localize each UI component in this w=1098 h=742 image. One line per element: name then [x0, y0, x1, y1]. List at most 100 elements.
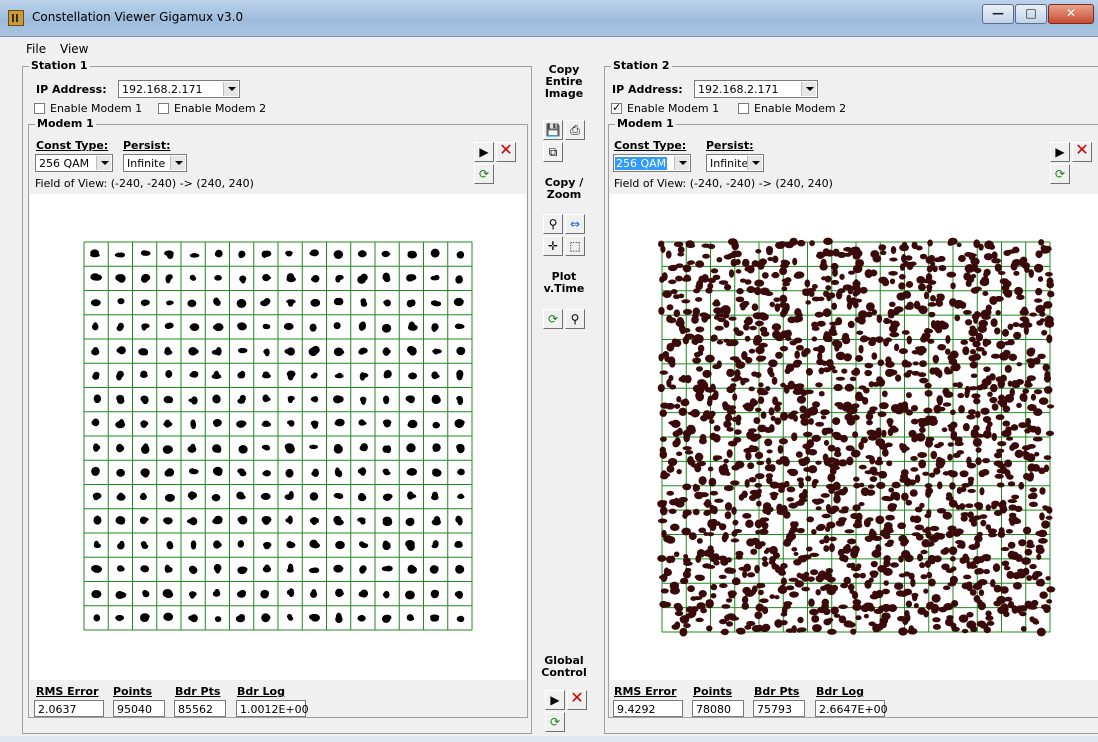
symbol-cluster [457, 251, 465, 259]
symbol-cluster [771, 273, 780, 278]
symbol-cluster [728, 316, 737, 321]
save-image-button[interactable]: 💾 [543, 120, 563, 140]
symbol-cluster [213, 540, 221, 549]
station-2-ip-select[interactable]: 192.168.2.171 [694, 80, 818, 98]
station-2-constellation-plot[interactable] [610, 194, 1098, 680]
symbol-cluster [769, 491, 779, 497]
symbol-cluster [726, 449, 733, 458]
symbol-cluster [1045, 430, 1055, 437]
symbol-cluster [993, 510, 1003, 516]
symbol-cluster [930, 450, 938, 460]
station-2-bdr-log-label: Bdr Log [816, 685, 864, 698]
menu-file[interactable]: File [26, 42, 46, 56]
symbol-cluster [360, 298, 367, 305]
symbol-cluster [975, 447, 982, 453]
copy-image-button[interactable]: ⧉ [543, 142, 563, 162]
station-2-const-type-select[interactable]: 256 QAM [613, 154, 691, 172]
symbol-cluster [308, 567, 319, 574]
symbol-cluster [972, 340, 981, 348]
chevron-down-icon [801, 82, 816, 96]
symbol-cluster [811, 336, 818, 342]
symbol-cluster [780, 259, 789, 264]
symbol-cluster [972, 353, 981, 361]
maximize-button[interactable]: □ [1015, 4, 1047, 24]
station-2-modem-1-checkbox[interactable] [611, 101, 622, 114]
station-2-stop-button[interactable]: ✕ [1072, 142, 1092, 162]
symbol-cluster [745, 447, 753, 452]
plot-probe-button[interactable]: ⚲ [565, 309, 585, 329]
symbol-cluster [1042, 363, 1050, 372]
crosshair-button[interactable]: ✛ [543, 236, 563, 256]
zoom-fit-button[interactable]: ⇔ [565, 214, 585, 234]
symbol-cluster [950, 409, 956, 416]
station-1-persist-select[interactable]: Infinite [123, 154, 187, 172]
symbol-cluster [1035, 546, 1045, 555]
symbol-cluster [777, 445, 784, 454]
symbol-cluster [831, 369, 838, 374]
symbol-cluster [808, 598, 815, 607]
find-button[interactable]: ⚲ [543, 214, 563, 234]
symbol-cluster [1046, 586, 1056, 593]
station-1-play-button[interactable]: ▶ [474, 142, 494, 162]
symbol-cluster [1007, 339, 1015, 346]
symbol-cluster [745, 519, 754, 528]
station-2-persist-select[interactable]: Infinite [706, 154, 764, 172]
symbol-cluster [870, 573, 878, 579]
station-2-bdr-pts-field: 75793 [753, 700, 805, 717]
symbol-cluster [829, 543, 835, 553]
station-1-refresh-button[interactable]: ⟳ [474, 164, 494, 184]
minimize-button[interactable]: — [982, 4, 1014, 24]
symbol-cluster [694, 452, 704, 462]
close-window-button[interactable]: ✕ [1048, 4, 1094, 24]
plot-refresh-button[interactable]: ⟳ [543, 309, 563, 329]
symbol-cluster [778, 438, 788, 445]
station-1-const-type-select[interactable]: 256 QAM [35, 154, 113, 172]
symbol-cluster [237, 322, 247, 331]
symbol-cluster [980, 519, 987, 527]
station-1-stop-button[interactable]: ✕ [496, 142, 516, 162]
symbol-cluster [888, 270, 898, 276]
symbol-cluster [735, 550, 744, 557]
symbol-cluster [1002, 420, 1011, 427]
symbol-cluster [761, 556, 768, 562]
global-refresh-button[interactable]: ⟳ [545, 712, 565, 732]
symbol-cluster [659, 370, 669, 375]
station-2-refresh-button[interactable]: ⟳ [1050, 164, 1070, 184]
print-image-button[interactable]: ⎙ [565, 120, 585, 140]
symbol-cluster [1018, 539, 1027, 547]
zoom-rect-button[interactable]: ⬚ [565, 236, 585, 256]
symbol-cluster [312, 372, 318, 378]
global-play-button[interactable]: ▶ [545, 690, 565, 710]
symbol-cluster [964, 503, 974, 509]
symbol-cluster [993, 452, 1003, 459]
symbol-cluster [757, 396, 765, 405]
station-1-modem-2-checkbox[interactable] [158, 103, 169, 114]
station-2-play-button[interactable]: ▶ [1050, 142, 1070, 162]
station-1-modem-1-checkbox[interactable] [34, 103, 45, 114]
station-1-constellation-plot[interactable] [30, 194, 526, 680]
symbol-cluster [237, 516, 246, 523]
symbol-cluster [115, 516, 126, 525]
symbol-cluster [984, 240, 994, 250]
menu-view[interactable]: View [60, 42, 88, 56]
symbol-cluster [815, 525, 825, 532]
symbol-cluster [262, 566, 272, 573]
symbol-cluster [1016, 402, 1022, 408]
symbol-cluster [681, 299, 691, 304]
symbol-cluster [954, 314, 961, 322]
symbol-cluster [959, 470, 969, 478]
symbol-cluster [798, 480, 804, 489]
symbol-cluster [795, 315, 804, 322]
global-stop-button[interactable]: ✕ [567, 690, 587, 710]
symbol-cluster [712, 300, 721, 307]
symbol-cluster [914, 524, 925, 531]
station-1-ip-select[interactable]: 192.168.2.171 [118, 80, 240, 98]
symbol-cluster [1035, 287, 1043, 296]
symbol-cluster [1035, 530, 1044, 537]
symbol-cluster [846, 385, 852, 391]
symbol-cluster [769, 301, 776, 308]
symbol-cluster [991, 251, 998, 260]
symbol-cluster [1033, 408, 1043, 416]
symbol-cluster [311, 274, 320, 283]
station-2-modem-2-checkbox[interactable] [738, 103, 749, 114]
